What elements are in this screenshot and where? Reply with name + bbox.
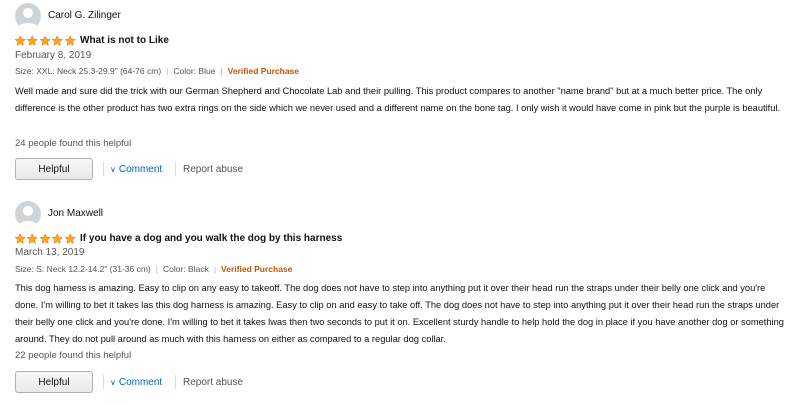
helpful-button[interactable]: Helpful (15, 158, 93, 180)
review-title[interactable]: If you have a dog and you walk the dog b… (80, 233, 342, 244)
size-label[interactable]: Size: S: Neck 12.2-14.2" (31-36 cm) (15, 264, 151, 274)
review-date: March 13, 2019 (15, 247, 85, 258)
helpful-count: 24 people found this helpful (15, 138, 132, 149)
star-icon (39, 35, 51, 46)
user-icon (18, 8, 38, 29)
review-text: Well made and sure did the trick with ou… (15, 86, 781, 113)
star-rating[interactable] (14, 233, 76, 245)
report-abuse-link[interactable]: Report abuse (183, 377, 243, 388)
color-label[interactable]: Color: Black (163, 264, 209, 274)
comment-label: Comment (118, 164, 163, 175)
divider (175, 162, 176, 176)
divider: | (213, 264, 217, 274)
star-icon (64, 233, 76, 244)
divider: | (155, 264, 158, 274)
avatar (15, 3, 41, 29)
review-2: Jon Maxwell If you have a dog and you wa… (0, 200, 800, 402)
review-date: February 8, 2019 (15, 50, 92, 61)
divider (103, 375, 104, 389)
review-format-strip: Size: S: Neck 12.2-14.2" (31-36 cm) | Colo… (15, 264, 292, 274)
size-label[interactable]: Size: XXL: Neck 25.3-29.9" (64-76 cm) (15, 66, 161, 76)
comment-link[interactable]: ∨ Comment (110, 164, 162, 175)
star-icon (51, 35, 64, 46)
divider: | (166, 66, 169, 76)
star-icon (14, 35, 26, 46)
star-icon (39, 233, 51, 244)
avatar (15, 201, 41, 227)
verified-purchase-badge[interactable]: Verified Purchase (221, 264, 292, 274)
star-icon (14, 233, 26, 244)
star-icon (51, 233, 64, 244)
user-icon (18, 206, 38, 227)
helpful-button[interactable]: Helpful (15, 371, 93, 393)
chevron-down-icon: ∨ (110, 165, 116, 174)
divider (175, 375, 176, 389)
review-format-strip: Size: XXL: Neck 25.3-29.9" (64-76 cm) | Co… (15, 66, 299, 76)
helpful-count: 22 people found this helpful (15, 350, 132, 361)
chevron-down-icon: ∨ (110, 378, 116, 387)
star-icon (26, 35, 39, 46)
star-rating[interactable] (14, 35, 76, 47)
divider (103, 162, 104, 176)
star-icon (64, 35, 76, 46)
comment-label: Comment (118, 377, 163, 388)
review-1: Carol G. Zilinger What is not to Like Fe… (0, 0, 800, 202)
report-abuse-link[interactable]: Report abuse (183, 164, 243, 175)
review-title[interactable]: What is not to Like (80, 35, 169, 46)
verified-purchase-badge[interactable]: Verified Purchase (228, 66, 299, 76)
comment-link[interactable]: ∨ Comment (110, 377, 162, 388)
star-icon (26, 233, 39, 244)
color-label[interactable]: Color: Blue (173, 66, 215, 76)
reviewer-name[interactable]: Jon Maxwell (48, 208, 103, 219)
review-text: This dog harness is amazing. Easy to cli… (15, 283, 784, 344)
divider: | (220, 66, 223, 76)
reviewer-name[interactable]: Carol G. Zilinger (48, 10, 121, 21)
